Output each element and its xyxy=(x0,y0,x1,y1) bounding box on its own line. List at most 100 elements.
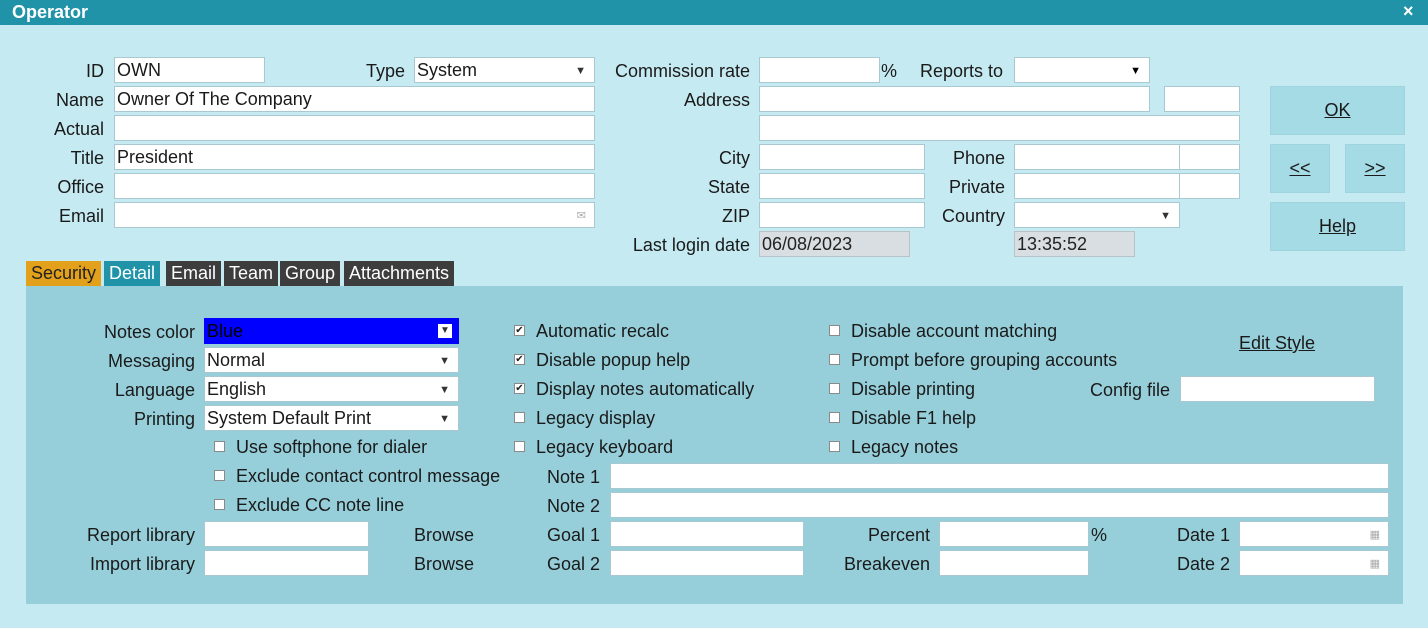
browse-report-link[interactable]: Browse xyxy=(414,524,474,546)
messaging-select[interactable]: Normal ▼ xyxy=(204,347,459,373)
note1-field[interactable] xyxy=(610,463,1389,489)
exclude-cc-note-label: Exclude CC note line xyxy=(236,495,405,515)
reports-select[interactable]: ▼ xyxy=(1014,57,1150,83)
browse-import-link[interactable]: Browse xyxy=(414,553,474,575)
breakeven-field[interactable] xyxy=(939,550,1089,576)
legacy-keyboard-label: Legacy keyboard xyxy=(536,437,674,457)
address-line2-field[interactable] xyxy=(759,115,1240,141)
help-button-label: Help xyxy=(1318,216,1357,236)
chevron-down-icon[interactable]: ▼ xyxy=(439,406,450,430)
address-label: Address xyxy=(683,90,750,110)
name-label: Name xyxy=(55,90,104,110)
title-label: Title xyxy=(70,148,104,168)
address-extra-field[interactable] xyxy=(1164,86,1240,112)
actual-field[interactable] xyxy=(114,115,595,141)
note2-field[interactable] xyxy=(610,492,1389,518)
disable-printing-checkbox[interactable] xyxy=(829,383,840,394)
disable-popup-help-label: Disable popup help xyxy=(536,350,691,370)
goal1-label: Goal 1 xyxy=(546,525,600,545)
disable-popup-help-checkbox[interactable]: ✔ xyxy=(514,354,525,365)
phone-ext-field[interactable] xyxy=(1179,144,1240,170)
chevron-down-icon[interactable]: ▼ xyxy=(1130,58,1141,82)
ok-button[interactable]: OK xyxy=(1270,86,1405,135)
city-label: City xyxy=(719,148,750,168)
last-login-date-field: 06/08/2023 xyxy=(759,231,910,257)
goal2-field[interactable] xyxy=(610,550,804,576)
email-field[interactable]: ✉ xyxy=(114,202,595,228)
automatic-recalc-checkbox[interactable]: ✔ xyxy=(514,325,525,336)
goal1-field[interactable] xyxy=(610,521,804,547)
disable-printing-label: Disable printing xyxy=(851,379,976,399)
use-softphone-label: Use softphone for dialer xyxy=(236,437,428,457)
tab-detail[interactable]: Detail xyxy=(104,261,161,286)
import-library-field[interactable] xyxy=(204,550,369,576)
chevron-down-icon[interactable]: ▼ xyxy=(1160,203,1171,227)
disable-account-matching-label: Disable account matching xyxy=(851,321,1058,341)
automatic-recalc-label: Automatic recalc xyxy=(536,321,670,341)
legacy-notes-checkbox[interactable] xyxy=(829,441,840,452)
disable-f1-help-checkbox[interactable] xyxy=(829,412,840,423)
chevron-down-icon[interactable]: ▼ xyxy=(439,377,450,401)
id-field[interactable]: OWN xyxy=(114,57,265,83)
type-select[interactable]: System ▼ xyxy=(414,57,595,83)
legacy-notes-label: Legacy notes xyxy=(851,437,959,457)
exclude-contact-control-checkbox[interactable] xyxy=(214,470,225,481)
previous-button[interactable]: << xyxy=(1270,144,1330,193)
tab-group[interactable]: Group xyxy=(280,261,341,286)
next-button[interactable]: >> xyxy=(1345,144,1405,193)
breakeven-label: Breakeven xyxy=(843,554,930,574)
legacy-display-checkbox[interactable] xyxy=(514,412,525,423)
calendar-icon[interactable]: ▦ xyxy=(1370,551,1380,575)
chevron-down-icon[interactable]: ▼ xyxy=(439,348,450,372)
zip-label: ZIP xyxy=(721,206,750,226)
language-value: English xyxy=(207,379,267,399)
ok-button-label: OK xyxy=(1324,100,1351,120)
title-bar xyxy=(0,0,1428,25)
address-line1-field[interactable] xyxy=(759,86,1150,112)
edit-style-link[interactable]: Edit Style xyxy=(1239,332,1315,354)
private-ext-field[interactable] xyxy=(1179,173,1240,199)
reports-label: Reports to xyxy=(920,61,1004,81)
tab-attachments[interactable]: Attachments xyxy=(344,261,455,286)
next-button-label: >> xyxy=(1364,158,1386,178)
date2-field[interactable]: ▦ xyxy=(1239,550,1389,576)
percent-sign: % xyxy=(1091,525,1108,545)
country-label: Country xyxy=(941,206,1005,226)
envelope-icon[interactable]: ✉ xyxy=(577,203,586,227)
config-file-field[interactable] xyxy=(1180,376,1375,402)
notes-color-select[interactable]: Blue ▼ xyxy=(204,318,459,344)
last-login-time-field: 13:35:52 xyxy=(1014,231,1135,257)
report-library-label: Report library xyxy=(86,525,195,545)
prompt-grouping-checkbox[interactable] xyxy=(829,354,840,365)
title-field[interactable]: President xyxy=(114,144,595,170)
exclude-cc-note-checkbox[interactable] xyxy=(214,499,225,510)
report-library-field[interactable] xyxy=(204,521,369,547)
calendar-icon[interactable]: ▦ xyxy=(1370,522,1380,546)
tab-email[interactable]: Email xyxy=(166,261,222,286)
previous-button-label: << xyxy=(1289,158,1311,178)
disable-account-matching-checkbox[interactable] xyxy=(829,325,840,336)
tab-security[interactable]: Security xyxy=(26,261,102,286)
commission-field[interactable] xyxy=(759,57,880,83)
chevron-down-icon[interactable]: ▼ xyxy=(575,58,586,82)
actual-label: Actual xyxy=(53,119,104,139)
percent-field[interactable] xyxy=(939,521,1089,547)
language-select[interactable]: English ▼ xyxy=(204,376,459,402)
tab-team[interactable]: Team xyxy=(224,261,279,286)
name-field[interactable]: Owner Of The Company xyxy=(114,86,595,112)
private-field[interactable] xyxy=(1014,173,1180,199)
office-field[interactable] xyxy=(114,173,595,199)
legacy-keyboard-checkbox[interactable] xyxy=(514,441,525,452)
office-label: Office xyxy=(57,177,104,197)
country-select[interactable]: ▼ xyxy=(1014,202,1180,228)
help-button[interactable]: Help xyxy=(1270,202,1405,251)
last-login-label: Last login date xyxy=(632,235,750,255)
chevron-down-icon[interactable]: ▼ xyxy=(438,324,452,338)
printing-select[interactable]: System Default Print ▼ xyxy=(204,405,459,431)
date1-field[interactable]: ▦ xyxy=(1239,521,1389,547)
phone-field[interactable] xyxy=(1014,144,1180,170)
commission-label: Commission rate xyxy=(614,61,750,81)
display-notes-checkbox[interactable]: ✔ xyxy=(514,383,525,394)
close-icon[interactable]: × xyxy=(1403,1,1414,22)
use-softphone-checkbox[interactable] xyxy=(214,441,225,452)
